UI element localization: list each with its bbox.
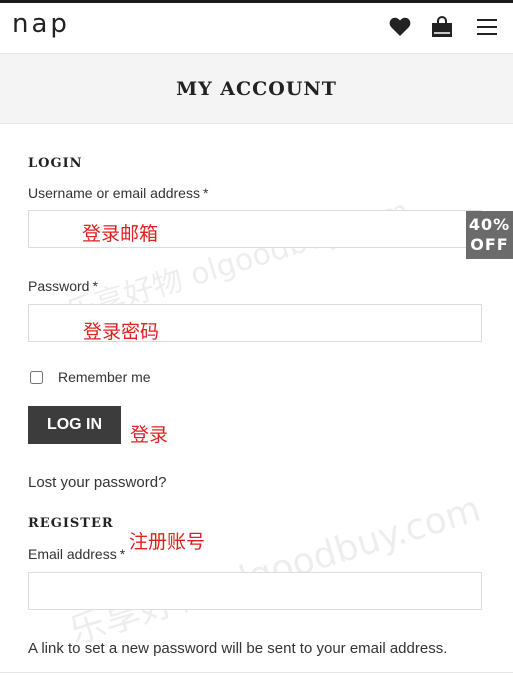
username-label-text: Username or email address <box>28 185 200 201</box>
register-email-input[interactable] <box>28 572 482 610</box>
register-heading: REGISTER <box>28 516 114 531</box>
watermark: 乐享好物 olgoodbuy.com <box>64 488 486 653</box>
login-button[interactable]: LOG IN <box>28 406 121 444</box>
required-mark: * <box>202 185 209 201</box>
remember-me[interactable]: Remember me <box>30 369 151 385</box>
site-header: nap <box>0 3 513 54</box>
required-mark: * <box>92 278 98 294</box>
discount-badge[interactable]: 40% OFF <box>466 211 513 259</box>
lost-password-link[interactable]: Lost your password? <box>28 474 166 491</box>
annotation-password: 登录密码 <box>83 321 160 343</box>
register-hint: A link to set a new password will be sen… <box>28 640 448 657</box>
heart-icon[interactable] <box>388 15 412 39</box>
hamburger-menu-icon[interactable] <box>475 15 499 39</box>
badge-line1: 40% <box>468 215 511 234</box>
login-heading: LOGIN <box>28 156 83 171</box>
divider <box>0 672 513 673</box>
required-mark: * <box>119 546 126 562</box>
remember-me-label: Remember me <box>58 369 151 385</box>
remember-me-checkbox[interactable] <box>30 370 43 384</box>
username-label: Username or email address * <box>28 185 208 201</box>
site-logo[interactable]: nap <box>12 9 70 39</box>
page-title: MY ACCOUNT <box>176 77 337 100</box>
page-title-band: MY ACCOUNT <box>0 54 513 124</box>
password-label: Password * <box>28 278 98 294</box>
email-label-text: Email address <box>28 546 117 562</box>
password-label-text: Password <box>28 278 90 294</box>
annotation-login: 登录 <box>130 424 169 446</box>
email-label: Email address * <box>28 546 125 562</box>
annotation-email: 登录邮箱 <box>82 223 159 245</box>
annotation-register: 注册账号 <box>129 531 206 553</box>
badge-line2: OFF <box>470 235 509 254</box>
shopping-bag-icon[interactable] <box>430 15 454 39</box>
